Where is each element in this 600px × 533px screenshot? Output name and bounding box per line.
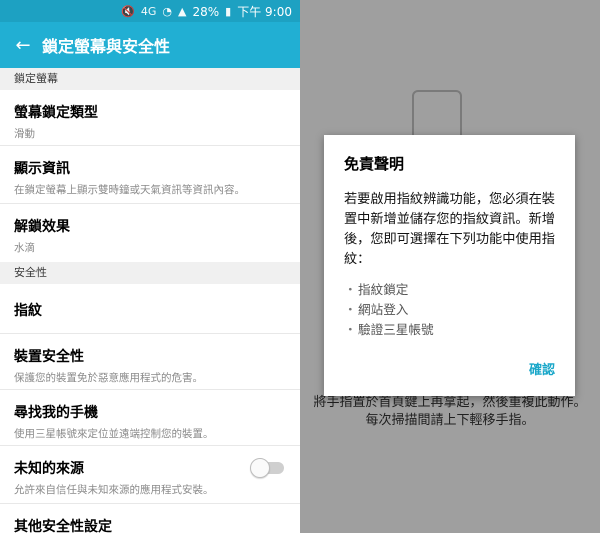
settings-item-fingerprint[interactable]: 指紋: [0, 284, 300, 334]
back-arrow-icon[interactable]: ←: [4, 35, 42, 56]
section-header-security: 安全性: [0, 262, 300, 284]
item-subtitle: 使用三星帳號來定位並遠端控制您的裝置。: [14, 428, 214, 440]
bullet-icon: ・: [344, 282, 357, 297]
dialog-title: 免責聲明: [344, 155, 405, 173]
clock: 下午 9:00: [237, 5, 292, 19]
settings-item-find-my-mobile[interactable]: 尋找我的手機 使用三星帳號來定位並遠端控制您的裝置。: [0, 390, 300, 446]
status-bar: 🔇 4G ◔ ▲ 28% ▮ 下午 9:00: [0, 0, 300, 22]
settings-item-unknown-sources[interactable]: 未知的來源 允許來自信任與未知來源的應用程式安裝。: [0, 446, 300, 504]
dialog-feature-list: ・指紋鎖定 ・網站登入 ・驗證三星帳號: [344, 280, 555, 340]
item-title: 螢幕鎖定類型: [14, 105, 98, 121]
mute-icon: 🔇: [121, 5, 135, 18]
item-title: 裝置安全性: [14, 349, 84, 365]
item-subtitle: 保護您的裝置免於惡意應用程式的危害。: [14, 372, 203, 384]
settings-screen: 🔇 4G ◔ ▲ 28% ▮ 下午 9:00 ← 鎖定螢幕與安全性 鎖定螢幕 螢…: [0, 0, 300, 533]
settings-item-other-security[interactable]: 其他安全性設定: [0, 504, 300, 533]
signal-icon: ▲: [178, 5, 187, 18]
toggle-knob: [250, 458, 270, 478]
settings-item-screen-lock-type[interactable]: 螢幕鎖定類型 滑動: [0, 90, 300, 146]
item-subtitle: 水滴: [14, 242, 35, 254]
page-title: 鎖定螢幕與安全性: [42, 37, 171, 56]
unknown-sources-toggle[interactable]: [250, 458, 284, 478]
list-item: ・網站登入: [344, 300, 555, 320]
fingerprint-instruction: 將手指置於首頁鍵上再拿起，然後重複此動作。每次掃描間請上下輕移手指。: [313, 395, 587, 428]
settings-item-device-security[interactable]: 裝置安全性 保護您的裝置免於惡意應用程式的危害。: [0, 334, 300, 390]
settings-item-unlock-effect[interactable]: 解鎖效果 水滴: [0, 204, 300, 262]
bullet-icon: ・: [344, 302, 357, 317]
network-type: 4G: [140, 5, 157, 18]
fingerprint-setup-screen: 將手指置於首頁鍵上再拿起，然後重複此動作。每次掃描間請上下輕移手指。 免責聲明 …: [300, 0, 600, 533]
list-item: ・指紋鎖定: [344, 280, 555, 300]
settings-item-show-info[interactable]: 顯示資訊 在鎖定螢幕上顯示雙時鐘或天氣資訊等資訊內容。: [0, 146, 300, 204]
wifi-icon: ◔: [162, 5, 173, 18]
item-title: 顯示資訊: [14, 161, 70, 177]
item-title: 指紋: [14, 303, 42, 319]
item-subtitle: 在鎖定螢幕上顯示雙時鐘或天氣資訊等資訊內容。: [14, 184, 245, 196]
disclaimer-dialog: 免責聲明 若要啟用指紋辨識功能，您必須在裝置中新增並儲存您的指紋資訊。新增後，您…: [324, 135, 575, 396]
item-title: 尋找我的手機: [14, 405, 98, 421]
bullet-icon: ・: [344, 322, 357, 337]
list-item: ・驗證三星帳號: [344, 320, 555, 340]
item-title: 其他安全性設定: [14, 519, 112, 533]
section-header-lock-screen: 鎖定螢幕: [0, 68, 300, 90]
item-title: 解鎖效果: [14, 219, 70, 235]
confirm-button[interactable]: 確認: [529, 359, 555, 378]
item-subtitle: 允許來自信任與未知來源的應用程式安裝。: [14, 484, 214, 496]
dialog-body: 若要啟用指紋辨識功能，您必須在裝置中新增並儲存您的指紋資訊。新增後，您即可選擇在…: [344, 192, 555, 267]
item-subtitle: 滑動: [14, 128, 35, 140]
battery-icon: ▮: [225, 5, 232, 18]
app-bar: ← 鎖定螢幕與安全性: [0, 22, 300, 68]
battery-percent: 28%: [192, 4, 220, 19]
